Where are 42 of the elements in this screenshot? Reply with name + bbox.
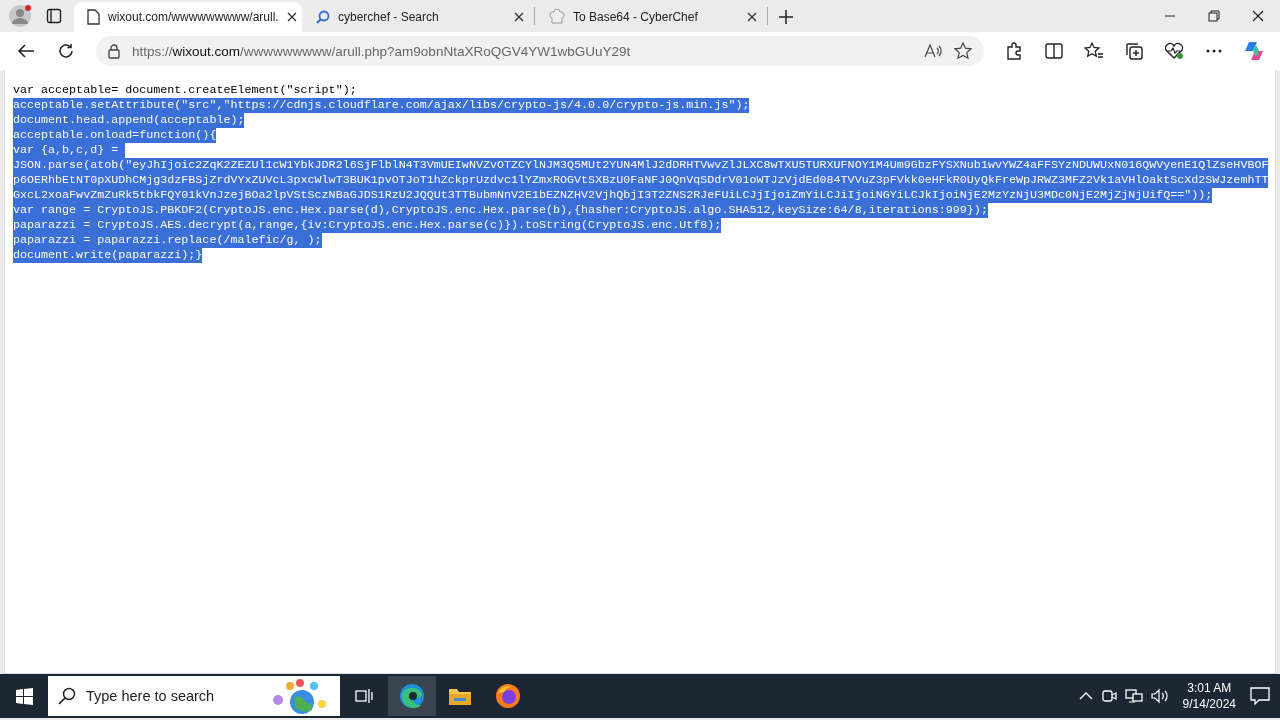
favorite-star-icon[interactable] <box>954 42 972 60</box>
volume-icon[interactable] <box>1150 688 1169 704</box>
close-icon[interactable] <box>514 12 524 22</box>
browser-tab[interactable]: cyberchef - Search <box>304 2 532 32</box>
new-tab-icon[interactable] <box>778 9 794 25</box>
profile-avatar-icon[interactable] <box>8 4 32 28</box>
url-text: https://wixout.com/wwwwwwwww/arull.php?am9obnNtaXRoQGV4YW1wbGUuY29t <box>132 43 632 59</box>
heartbeat-icon[interactable] <box>1164 42 1184 60</box>
refresh-icon[interactable] <box>58 43 74 59</box>
tab-actions-icon[interactable] <box>46 8 62 24</box>
firefox-icon[interactable] <box>495 683 521 709</box>
windows-start-icon[interactable] <box>15 687 33 705</box>
chevron-up-icon[interactable] <box>1078 691 1093 701</box>
close-icon[interactable] <box>286 12 297 22</box>
copilot-icon[interactable] <box>1243 40 1265 62</box>
restore-icon[interactable] <box>1208 10 1220 22</box>
edge-browser-icon[interactable] <box>399 683 425 709</box>
taskbar-search-field[interactable]: Type here to search <box>48 676 340 716</box>
notification-icon[interactable] <box>1250 687 1270 705</box>
search-icon <box>58 687 76 705</box>
search-icon <box>316 10 330 24</box>
browser-tab[interactable]: wixout.com/wwwwwwwww/arull. <box>74 2 302 32</box>
code-line: var acceptable= document.createElement("script"); <box>13 83 357 98</box>
meet-icon[interactable] <box>1100 688 1117 704</box>
close-icon[interactable] <box>1252 10 1264 22</box>
extensions-icon[interactable] <box>1005 42 1023 60</box>
close-icon[interactable] <box>747 12 757 22</box>
folder-icon[interactable] <box>448 686 472 706</box>
network-icon[interactable] <box>1124 688 1143 704</box>
page-icon <box>86 9 100 25</box>
clock[interactable]: 3:01 AM 9/14/2024 <box>1176 680 1242 712</box>
chef-hat-icon <box>549 9 565 25</box>
favorites-icon[interactable] <box>1084 42 1104 60</box>
browser-tab[interactable]: To Base64 - CyberChef <box>537 2 765 32</box>
read-aloud-icon[interactable] <box>924 43 942 59</box>
split-screen-icon[interactable] <box>1045 42 1063 60</box>
address-bar[interactable]: https://wixout.com/wwwwwwwww/arull.php?am9obnNtaXRoQGV4YW1wbGUuY29t <box>96 36 984 66</box>
more-icon[interactable] <box>1206 49 1222 53</box>
collections-icon[interactable] <box>1125 42 1143 60</box>
task-view-icon[interactable] <box>355 688 373 704</box>
back-icon[interactable] <box>17 43 35 59</box>
lock-icon <box>108 43 120 59</box>
